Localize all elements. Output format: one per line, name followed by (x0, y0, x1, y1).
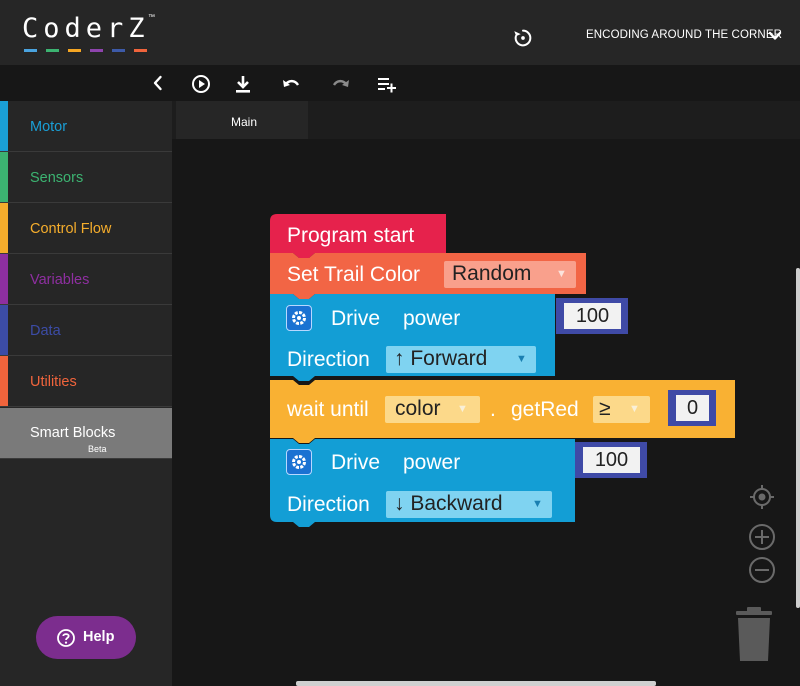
gear-glyph (292, 455, 306, 469)
power-label: power (403, 451, 461, 474)
power-number-block: 100 (556, 298, 628, 334)
dropdown-value: ↑ Forward (394, 347, 488, 370)
coderz-app: CoderZ ™ ENCODING AROUND THE CORNER Moto… (0, 0, 800, 686)
trash-icon[interactable] (735, 606, 773, 662)
operator-dropdown[interactable]: ≥ ▼ (593, 396, 650, 423)
dropdown-value: ↓ Backward (394, 492, 503, 515)
compare-number-block: 0 (668, 390, 716, 426)
dropdown-arrow-icon: ▼ (629, 403, 640, 415)
dropdown-arrow-icon: ▼ (556, 268, 567, 280)
trail-color-dropdown[interactable]: Random ▼ (444, 261, 576, 288)
wait-until-label: wait until (287, 398, 369, 421)
method-label: getRed (511, 398, 579, 421)
drive-label: Drive (331, 307, 381, 330)
vertical-scrollbar[interactable] (796, 268, 800, 608)
target-icon[interactable] (747, 482, 777, 512)
power-number-block: 100 (575, 442, 647, 478)
compare-input[interactable]: 0 (676, 395, 709, 421)
trail-color-label: Set Trail Color (287, 263, 421, 286)
dropdown-value: color (395, 397, 441, 420)
gear-icon[interactable] (286, 449, 312, 475)
dropdown-value: Random (452, 262, 532, 285)
horizontal-scrollbar[interactable] (296, 681, 656, 686)
zoom-in-icon[interactable] (747, 522, 777, 552)
power-input[interactable]: 100 (583, 447, 640, 473)
gear-glyph (292, 311, 306, 325)
sensor-dropdown[interactable]: color ▼ (385, 396, 480, 423)
dropdown-arrow-icon: ▼ (516, 353, 527, 365)
direction-dropdown[interactable]: ↓ Backward ▼ (386, 491, 552, 518)
dropdown-arrow-icon: ▼ (457, 403, 468, 415)
direction-label: Direction (287, 348, 370, 371)
dropdown-value: ≥ (599, 397, 611, 420)
zoom-out-icon[interactable] (747, 555, 777, 585)
gear-icon[interactable] (286, 305, 312, 331)
dot-label: . (490, 398, 496, 421)
direction-dropdown[interactable]: ↑ Forward ▼ (386, 346, 536, 373)
block-shapes (270, 214, 735, 527)
dropdown-arrow-icon: ▼ (532, 498, 543, 510)
power-label: power (403, 307, 461, 330)
program-start-label: Program start (287, 224, 415, 247)
direction-label: Direction (287, 493, 370, 516)
drive-label: Drive (331, 451, 381, 474)
power-input[interactable]: 100 (564, 303, 621, 329)
